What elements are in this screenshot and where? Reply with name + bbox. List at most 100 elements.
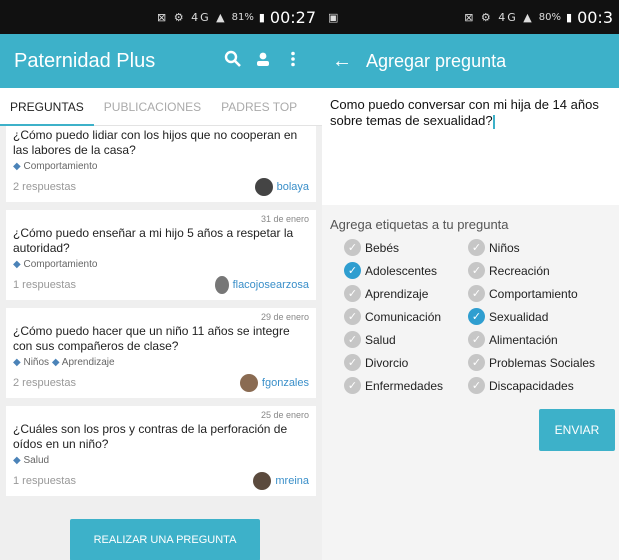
tag-option[interactable]: ✓ Comunicación bbox=[344, 307, 468, 326]
card-question: ¿Cuáles son los pros y contras de la per… bbox=[13, 422, 288, 451]
user-link[interactable]: mreina bbox=[253, 472, 309, 490]
tag-label: Salud bbox=[23, 455, 50, 466]
tag-option-label: Discapacidades bbox=[489, 378, 574, 393]
answer-count: 1 respuestas bbox=[13, 279, 76, 291]
tag-option-label: Alimentación bbox=[489, 332, 558, 347]
tag-label: Comportamiento bbox=[23, 259, 98, 270]
tag-option-label: Sexualidad bbox=[489, 309, 549, 324]
tag-icon: ◆ bbox=[13, 161, 21, 172]
username: flacojosearzosa bbox=[232, 279, 309, 291]
user-link[interactable]: bolaya bbox=[254, 178, 309, 196]
tag-option[interactable]: ✓ Enfermedades bbox=[344, 376, 468, 395]
text-cursor bbox=[492, 114, 495, 129]
user-link[interactable]: fgonzales bbox=[239, 374, 309, 392]
unchecked-circle-icon[interactable]: ✓ bbox=[344, 308, 361, 325]
tag-icon: ◆ bbox=[13, 259, 21, 270]
unchecked-circle-icon[interactable]: ✓ bbox=[344, 354, 361, 371]
tag-option[interactable]: ✓ Aprendizaje bbox=[344, 284, 468, 303]
question-card[interactable]: 31 de enero ¿Cómo puedo enseñar a mi hij… bbox=[6, 210, 316, 300]
tag-option[interactable]: ✓ Niños bbox=[468, 238, 618, 257]
question-card[interactable]: 29 de enero ¿Cómo puedo hacer que un niñ… bbox=[6, 308, 316, 398]
answer-count: 2 respuestas bbox=[13, 181, 76, 193]
tag-option[interactable]: ✓ Problemas Sociales bbox=[468, 353, 618, 372]
username: mreina bbox=[275, 475, 309, 487]
more-vert-icon[interactable] bbox=[278, 51, 308, 72]
checked-circle-icon[interactable]: ✓ bbox=[468, 308, 485, 325]
tag-icon: ◆ bbox=[13, 357, 21, 368]
question-input[interactable]: Como puedo conversar con mi hija de 14 a… bbox=[322, 88, 619, 205]
tab-bar: PREGUNTAS PUBLICACIONES PADRES TOP bbox=[0, 88, 322, 126]
question-text: Como puedo conversar con mi hija de 14 a… bbox=[330, 97, 599, 128]
unchecked-circle-icon[interactable]: ✓ bbox=[344, 377, 361, 394]
tag-option[interactable]: ✓ Bebés bbox=[344, 238, 468, 257]
tab-publicaciones[interactable]: PUBLICACIONES bbox=[94, 88, 211, 126]
answer-count: 2 respuestas bbox=[13, 377, 76, 389]
avatar bbox=[239, 374, 258, 392]
send-button[interactable]: ENVIAR bbox=[539, 409, 615, 451]
tab-padres-top[interactable]: PADRES TOP bbox=[211, 88, 307, 126]
tag-option-label: Aprendizaje bbox=[365, 286, 429, 301]
back-arrow-icon[interactable]: ← bbox=[332, 50, 352, 73]
avatar bbox=[253, 472, 272, 490]
tag-option-label: Divorcio bbox=[365, 355, 409, 370]
tag-icon: ◆ bbox=[51, 357, 60, 368]
tab-preguntas[interactable]: PREGUNTAS bbox=[0, 88, 94, 126]
status-bar: ▣ ⊠ ⚙ 4G ▲ 80% ▮ 00:3 bbox=[322, 0, 619, 34]
tags-heading: Agrega etiquetas a tu pregunta bbox=[330, 217, 509, 232]
tag-option[interactable]: ✓ Recreación bbox=[468, 261, 618, 280]
screen-title: Agregar pregunta bbox=[366, 50, 507, 71]
unchecked-circle-icon[interactable]: ✓ bbox=[468, 331, 485, 348]
card-date: 29 de enero bbox=[260, 312, 309, 322]
tag-label: Comportamiento bbox=[23, 161, 98, 172]
tag-option-label: Bebés bbox=[365, 240, 400, 255]
question-card[interactable]: 25 de enero ¿Cuáles son los pros y contr… bbox=[6, 406, 316, 496]
unchecked-circle-icon[interactable]: ✓ bbox=[468, 354, 485, 371]
app-title: Paternidad Plus bbox=[14, 49, 156, 72]
signal-icons: ⊠ ⚙ 4G ▲ bbox=[464, 10, 534, 24]
tag-option[interactable]: ✓ Alimentación bbox=[468, 330, 618, 349]
user-link[interactable]: flacojosearzosa bbox=[214, 276, 309, 294]
clock: 00:3 bbox=[577, 7, 613, 27]
tag-option[interactable]: ✓ Divorcio bbox=[344, 353, 468, 372]
card-question: ¿Cómo puedo enseñar a mi hijo 5 años a r… bbox=[13, 226, 294, 255]
avatar bbox=[214, 276, 229, 294]
tag-option-label: Comportamiento bbox=[489, 286, 578, 301]
card-tags: ◆ Salud bbox=[13, 455, 309, 466]
username: bolaya bbox=[276, 181, 309, 193]
tag-option[interactable]: ✓ Adolescentes bbox=[344, 261, 468, 280]
battery-level: 81% bbox=[231, 11, 254, 23]
battery-icon: ▮ bbox=[258, 10, 265, 24]
unchecked-circle-icon[interactable]: ✓ bbox=[468, 377, 485, 394]
tag-option[interactable]: ✓ Comportamiento bbox=[468, 284, 618, 303]
unchecked-circle-icon[interactable]: ✓ bbox=[344, 285, 361, 302]
checked-circle-icon[interactable]: ✓ bbox=[344, 262, 361, 279]
card-tags: ◆ Niños ◆ Aprendizaje bbox=[13, 357, 309, 368]
tag-label: Aprendizaje bbox=[61, 357, 115, 368]
tag-option[interactable]: ✓ Salud bbox=[344, 330, 468, 349]
unchecked-circle-icon[interactable]: ✓ bbox=[468, 262, 485, 279]
search-icon[interactable] bbox=[218, 50, 248, 73]
app-toolbar: Paternidad Plus bbox=[0, 34, 322, 88]
answer-count: 1 respuestas bbox=[13, 475, 76, 487]
unchecked-circle-icon[interactable]: ✓ bbox=[468, 239, 485, 256]
question-card[interactable]: 31 de enero ¿Cómo puedo lidiar con los h… bbox=[6, 122, 316, 202]
ask-question-button[interactable]: REALIZAR UNA PREGUNTA bbox=[70, 519, 260, 560]
app-toolbar: ← Agregar pregunta bbox=[322, 34, 619, 88]
battery-level: 80% bbox=[538, 11, 561, 23]
avatar bbox=[254, 178, 273, 196]
unchecked-circle-icon[interactable]: ✓ bbox=[344, 331, 361, 348]
image-icon: ▣ bbox=[328, 10, 339, 24]
tag-option[interactable]: ✓ Sexualidad bbox=[468, 307, 618, 326]
unchecked-circle-icon[interactable]: ✓ bbox=[468, 285, 485, 302]
card-tags: ◆ Comportamiento bbox=[13, 259, 309, 270]
unchecked-circle-icon[interactable]: ✓ bbox=[344, 239, 361, 256]
card-date: 31 de enero bbox=[260, 214, 309, 224]
tag-option-label: Enfermedades bbox=[365, 378, 444, 393]
card-question: ¿Cómo puedo hacer que un niño 11 años se… bbox=[13, 324, 290, 353]
battery-icon: ▮ bbox=[566, 10, 573, 24]
feed-screen: ⊠ ⚙ 4G ▲ 81% ▮ 00:27 Paternidad Plus PRE… bbox=[0, 0, 322, 560]
tag-option-label: Salud bbox=[365, 332, 396, 347]
username: fgonzales bbox=[261, 377, 309, 389]
account-icon[interactable] bbox=[248, 51, 278, 72]
tag-option[interactable]: ✓ Discapacidades bbox=[468, 376, 618, 395]
